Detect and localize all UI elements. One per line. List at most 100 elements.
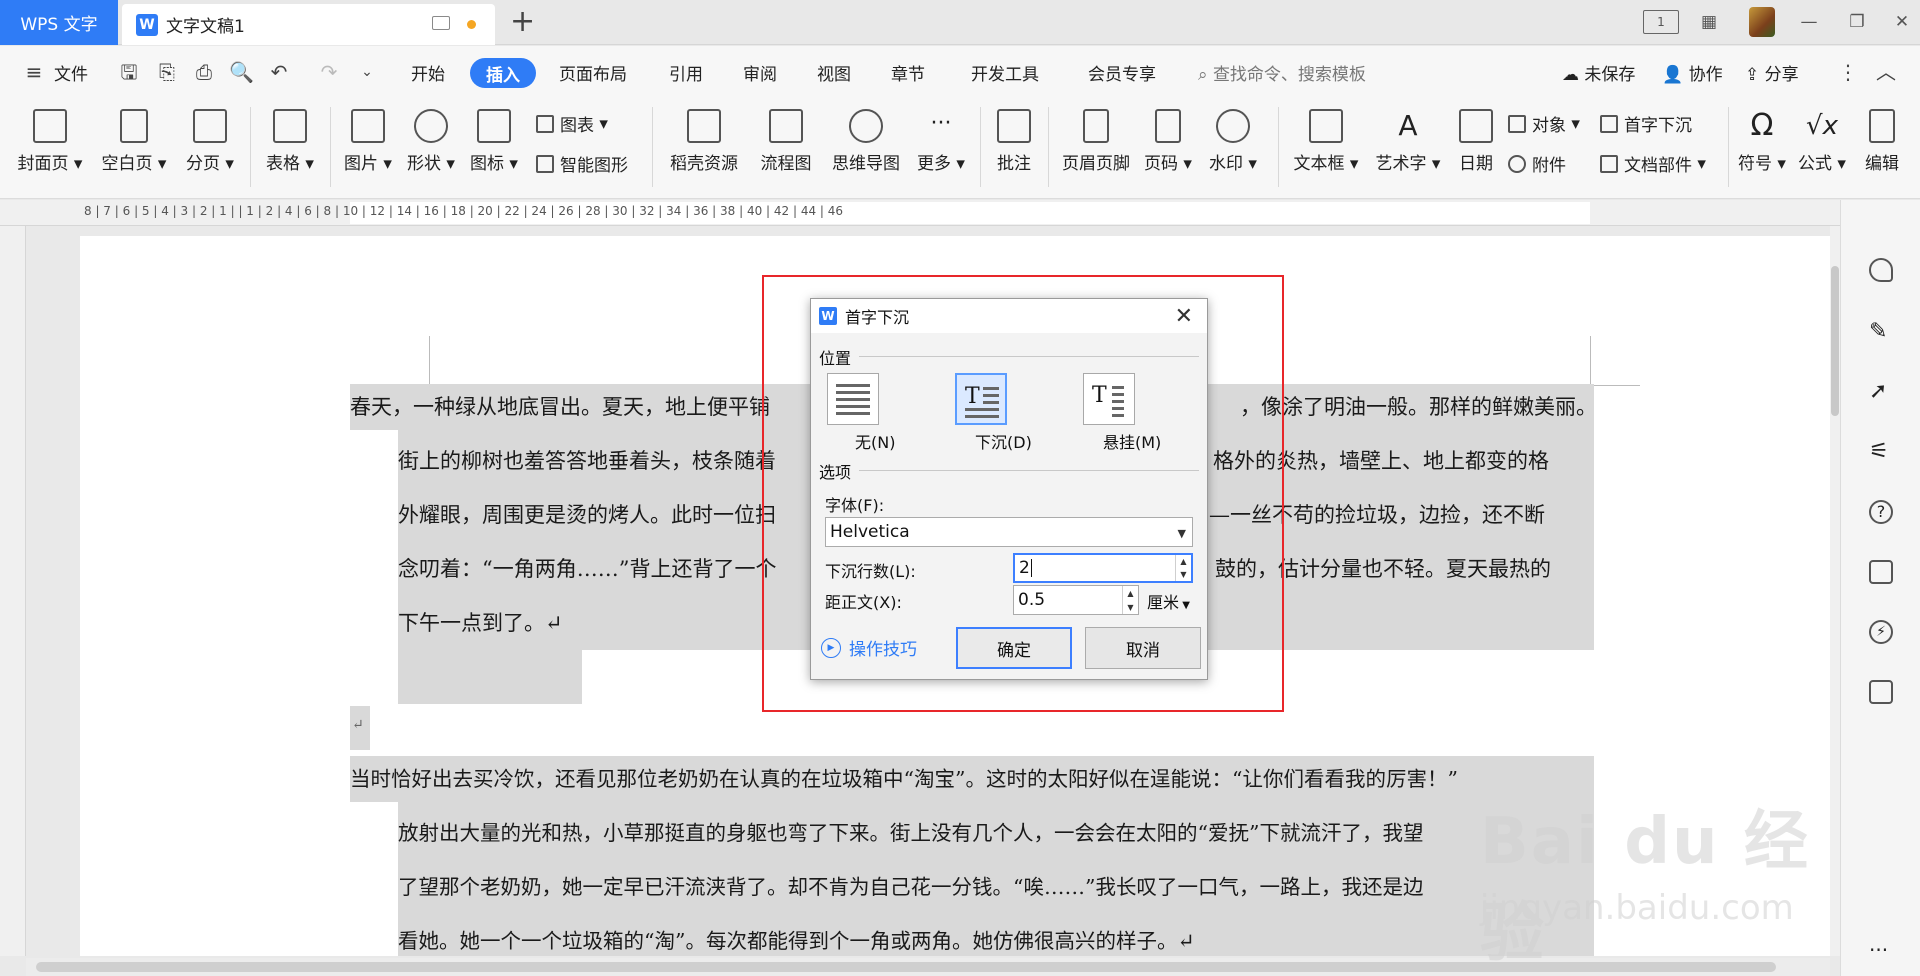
text-line[interactable]: 当时恰好出去买冷饮，还看见那位老奶奶在认真的在垃圾箱中“淘宝”。这时的太阳好似在… <box>350 752 1458 806</box>
share-button[interactable]: ⇪ 分享 <box>1745 60 1799 85</box>
object-button[interactable]: 对象 ▾ <box>1508 111 1580 136</box>
print-icon[interactable]: ⎙ <box>192 60 216 84</box>
tab-review[interactable]: 审阅 <box>743 60 777 85</box>
hamburger-menu-icon[interactable]: ≡ <box>22 60 46 84</box>
position-margin-label[interactable]: 悬挂(M) <box>1103 429 1161 453</box>
smartart-button[interactable]: 智能图形 <box>536 151 628 176</box>
close-window-icon[interactable]: ✕ <box>1890 10 1914 34</box>
date-button[interactable]: 日期 <box>1450 99 1502 199</box>
docer-resources-button[interactable]: 稻壳资源 <box>664 99 744 199</box>
restore-icon[interactable]: ❐ <box>1845 10 1869 34</box>
stepper-up-icon[interactable]: ▲ <box>1176 555 1191 568</box>
lines-to-drop-input[interactable]: 2 ▲ ▼ <box>1013 553 1193 583</box>
tab-insert[interactable]: 插入 <box>470 58 536 88</box>
stepper-up-icon[interactable]: ▲ <box>1123 586 1138 600</box>
wordart-button[interactable]: A 艺术字 ▾ <box>1372 99 1444 199</box>
help-icon[interactable]: ? <box>1869 500 1893 524</box>
position-dropped-option[interactable]: T <box>955 373 1007 425</box>
docparts-button[interactable]: 文档部件 ▾ <box>1600 151 1706 176</box>
scroll-thumb[interactable] <box>1831 266 1839 416</box>
position-dropped-label[interactable]: 下沉(D) <box>975 429 1032 453</box>
font-select[interactable]: Helvetica ▼ <box>825 517 1193 547</box>
position-none-option[interactable] <box>827 373 879 425</box>
scroll-thumb[interactable] <box>36 962 1776 972</box>
text-line[interactable]: 外耀眼，周围更是烫的烤人。此时一位扫 <box>398 488 776 542</box>
file-menu[interactable]: 文件 <box>54 60 88 85</box>
text-line[interactable]: —一丝不苟的捡垃圾，边捡，还不断 <box>1209 488 1545 542</box>
flowchart-button[interactable]: 流程图 <box>752 99 820 199</box>
distance-from-text-input[interactable]: 0.5 ▲ ▼ <box>1013 585 1139 615</box>
formula-button[interactable]: √x 公式 ▾ <box>1796 99 1848 199</box>
stepper-down-icon[interactable]: ▼ <box>1123 600 1138 614</box>
stepper-down-icon[interactable]: ▼ <box>1176 568 1191 581</box>
vertical-scrollbar[interactable] <box>1830 226 1840 956</box>
attachment-button[interactable]: 附件 <box>1508 151 1566 176</box>
undo-icon[interactable]: ↶ <box>267 60 291 84</box>
text-line[interactable]: 放射出大量的光和热，小草那挺直的身躯也弯了下来。街上没有几个人，一会会在太阳的“… <box>398 806 1423 860</box>
tab-chapter[interactable]: 章节 <box>891 60 925 85</box>
app-tab-wps[interactable]: WPS 文字 <box>0 0 118 45</box>
tab-member[interactable]: 会员专享 <box>1088 60 1156 85</box>
tab-developer[interactable]: 开发工具 <box>971 60 1039 85</box>
more-options-icon[interactable]: ⋮ <box>1836 60 1860 84</box>
rocket-icon[interactable] <box>1869 258 1893 282</box>
more-options-icon[interactable]: ··· <box>1869 938 1893 962</box>
icons-button[interactable]: 图标 ▾ <box>466 99 522 199</box>
horizontal-ruler[interactable]: 8 | 7 | 6 | 5 | 4 | 3 | 2 | 1 | | 1 | 2 … <box>0 200 1840 226</box>
monitor-icon[interactable] <box>432 16 450 30</box>
collaborate-button[interactable]: 👤 协作 <box>1662 60 1723 85</box>
tab-references[interactable]: 引用 <box>669 60 703 85</box>
dropcap-button[interactable]: 首字下沉 <box>1600 111 1692 136</box>
avatar[interactable] <box>1749 7 1775 37</box>
text-line[interactable]: ，像涂了明油一般。那样的鲜嫩美丽。 <box>1240 380 1597 434</box>
tab-home[interactable]: 开始 <box>411 60 445 85</box>
text-line[interactable]: 街上的柳树也羞答答地垂着头，枝条随着 <box>398 434 776 488</box>
quick-access-dropdown-icon[interactable]: ⌄ <box>355 60 379 84</box>
minimize-icon[interactable]: — <box>1797 10 1821 34</box>
export-icon[interactable]: ⎘ <box>155 60 179 84</box>
vertical-ruler[interactable] <box>0 226 26 956</box>
new-tab-button[interactable]: + <box>510 7 535 37</box>
cursor-icon[interactable]: ➚ <box>1869 380 1893 404</box>
header-footer-button[interactable]: 页眉页脚 <box>1056 99 1136 199</box>
watermark-button[interactable]: 水印 ▾ <box>1202 99 1264 199</box>
close-icon[interactable]: ✕ <box>1175 304 1193 329</box>
cover-page-button[interactable]: 封面页 ▾ <box>14 99 86 199</box>
unit-select[interactable]: 厘米 ▼ <box>1147 589 1190 613</box>
shape-button[interactable]: 形状 ▾ <box>403 99 459 199</box>
textbox-button[interactable]: 文本框 ▾ <box>1286 99 1366 199</box>
mindmap-button[interactable]: 思维导图 <box>826 99 906 199</box>
chart-button[interactable]: 图表 ▾ <box>536 111 608 136</box>
text-line[interactable]: 念叨着：“一角两角……”背上还背了一个 <box>398 542 776 596</box>
paragraph-mark[interactable]: ↵ <box>352 698 364 752</box>
unsaved-status[interactable]: ☁ 未保存 <box>1562 60 1635 85</box>
position-margin-option[interactable]: T <box>1083 373 1135 425</box>
tab-page-layout[interactable]: 页面布局 <box>559 60 627 85</box>
tab-view[interactable]: 视图 <box>817 60 851 85</box>
tips-link[interactable]: ▶ 操作技巧 <box>821 635 917 660</box>
more-button[interactable]: ··· 更多 ▾ <box>910 99 972 199</box>
text-line[interactable]: 看她。她一个一个垃圾箱的“淘”。每次都能得到个一角或两角。她仿佛很高兴的样子。↵ <box>398 914 1195 956</box>
text-line[interactable]: 鼓的，估计分量也不轻。夏天最热的 <box>1215 542 1551 596</box>
layout-toggle-icon[interactable]: 1 <box>1643 10 1679 34</box>
horizontal-scrollbar[interactable] <box>26 958 1830 976</box>
text-line[interactable]: 格外的炎热，墙壁上、地上都变的格 <box>1213 434 1549 488</box>
table-button[interactable]: 表格 ▾ <box>262 99 318 199</box>
page-number-button[interactable]: 页码 ▾ <box>1140 99 1196 199</box>
position-none-label[interactable]: 无(N) <box>855 429 895 453</box>
blank-page-button[interactable]: 空白页 ▾ <box>98 99 170 199</box>
pen-icon[interactable]: ✎ <box>1869 320 1893 344</box>
lightning-icon[interactable]: ⚡ <box>1869 620 1893 644</box>
grid-apps-icon[interactable]: ▦ <box>1697 10 1721 34</box>
book-icon[interactable] <box>1869 680 1893 704</box>
edit-button[interactable]: 编辑 <box>1862 99 1902 199</box>
comment-button[interactable]: 批注 <box>990 99 1038 199</box>
text-line[interactable]: 下午一点到了。↵ <box>398 596 563 650</box>
collapse-ribbon-icon[interactable]: ︿ <box>1874 60 1898 84</box>
symbol-button[interactable]: Ω 符号 ▾ <box>1734 99 1790 199</box>
save-icon[interactable]: 🖫 <box>117 60 141 84</box>
page-break-button[interactable]: 分页 ▾ <box>180 99 240 199</box>
ok-button[interactable]: 确定 <box>956 627 1072 669</box>
picture-button[interactable]: 图片 ▾ <box>340 99 396 199</box>
cancel-button[interactable]: 取消 <box>1085 627 1201 669</box>
